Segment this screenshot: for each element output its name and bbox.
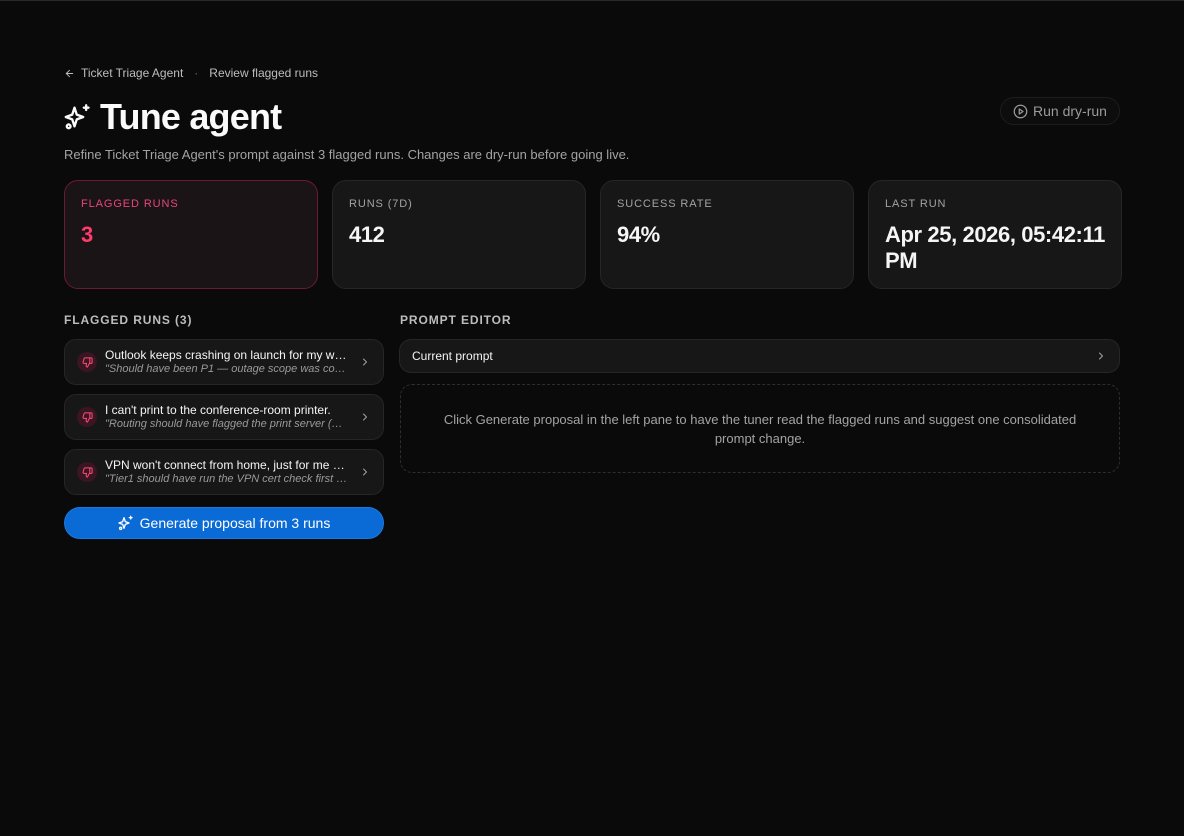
run-title: VPN won't connect from home, just for me… <box>105 458 349 472</box>
stat-value: 3 <box>81 222 93 247</box>
stat-card-last-run: LAST RUN Apr 25, 2026, 05:42:11 PM <box>868 180 1122 289</box>
breadcrumb-back-link[interactable]: Ticket Triage Agent <box>64 66 183 80</box>
run-feedback: "Should have been P1 — outage scope was … <box>105 363 349 375</box>
flagged-run-item[interactable]: Outlook keeps crashing on launch for my … <box>64 339 384 385</box>
chevron-right-icon <box>359 356 371 368</box>
run-dry-run-button[interactable]: Run dry-run <box>1000 97 1120 125</box>
breadcrumb-parent: Ticket Triage Agent <box>81 66 184 80</box>
breadcrumb: Ticket Triage Agent · Review flagged run… <box>64 66 318 80</box>
current-prompt-toggle[interactable]: Current prompt <box>399 339 1120 373</box>
chevron-right-icon <box>1095 350 1107 362</box>
play-circle-icon <box>1013 104 1028 118</box>
generate-proposal-label: Generate proposal from 3 runs <box>139 515 331 531</box>
chevron-right-icon <box>359 466 371 478</box>
stat-label: RUNS (7D) <box>349 198 413 210</box>
prompt-editor-heading: PROMPT EDITOR <box>400 313 512 327</box>
stat-label: SUCCESS RATE <box>617 198 713 210</box>
top-divider <box>0 0 1184 1</box>
run-feedback: "Tier1 should have run the VPN cert chec… <box>105 473 349 485</box>
thumbs-down-icon <box>77 407 97 427</box>
page-subtitle: Refine Ticket Triage Agent's prompt agai… <box>64 147 630 162</box>
stat-card-success-rate: SUCCESS RATE 94% <box>600 180 854 289</box>
sparkles-icon <box>118 515 133 531</box>
stat-value: 412 <box>349 222 385 247</box>
page-title: Tune agent <box>100 96 282 137</box>
breadcrumb-current: Review flagged runs <box>209 66 319 80</box>
arrow-left-icon <box>65 69 74 77</box>
stat-card-runs-7d: RUNS (7D) 412 <box>332 180 586 289</box>
thumbs-down-icon <box>77 352 97 372</box>
sparkles-icon <box>64 104 90 130</box>
chevron-right-icon <box>359 411 371 423</box>
current-prompt-label: Current prompt <box>412 349 493 363</box>
thumbs-down-icon <box>77 462 97 482</box>
run-title: I can't print to the conference-room pri… <box>105 403 331 417</box>
stat-label: LAST RUN <box>885 198 947 210</box>
flagged-runs-heading: FLAGGED RUNS (3) <box>64 313 193 327</box>
run-title: Outlook keeps crashing on launch for my … <box>105 348 349 362</box>
run-feedback: "Routing should have flagged the print s… <box>105 418 349 430</box>
breadcrumb-separator: · <box>194 66 199 80</box>
empty-state-message: Click Generate proposal in the left pane… <box>443 411 1077 446</box>
proposal-empty-state: Click Generate proposal in the left pane… <box>400 384 1120 473</box>
run-dry-run-label: Run dry-run <box>1033 103 1107 119</box>
page-header: Tune agent <box>64 96 282 138</box>
generate-proposal-button[interactable]: Generate proposal from 3 runs <box>64 507 384 539</box>
stat-label: FLAGGED RUNS <box>81 198 179 210</box>
stat-value: 94% <box>617 222 660 247</box>
stat-value: Apr 25, 2026, 05:42:11 PM <box>885 222 1105 273</box>
flagged-run-item[interactable]: I can't print to the conference-room pri… <box>64 394 384 440</box>
flagged-run-item[interactable]: VPN won't connect from home, just for me… <box>64 449 384 495</box>
stat-card-flagged-runs: FLAGGED RUNS 3 <box>64 180 318 289</box>
